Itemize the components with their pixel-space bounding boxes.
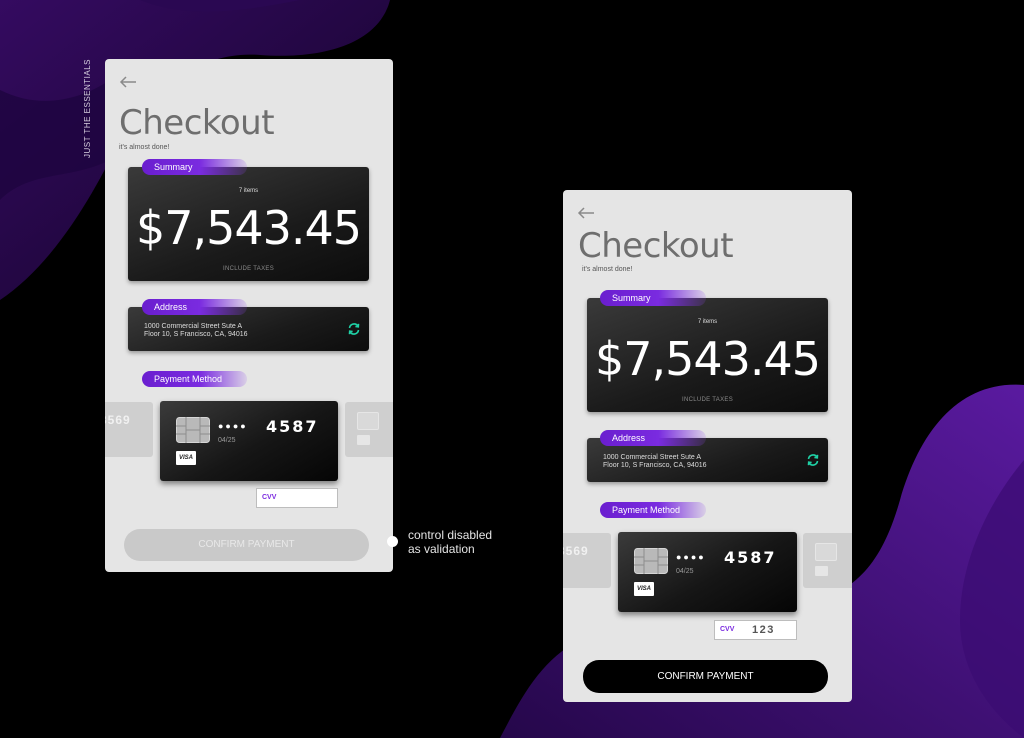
address-line-2: Floor 10, S Francisco, CA, 94016 (144, 331, 248, 338)
annotation-text: control disabled as validation (408, 528, 492, 556)
summary-card: 7 items $7,543.45 INCLUDE TAXES (128, 167, 369, 281)
summary-section-label: Summary (600, 290, 706, 306)
payment-method-section-label: Payment Method (600, 502, 706, 518)
next-card[interactable] (345, 402, 393, 457)
annotation-dot (387, 536, 398, 547)
cvv-label: CVV (720, 626, 735, 633)
confirm-payment-button-disabled[interactable]: CONFIRM PAYMENT (124, 529, 369, 561)
change-address-refresh-icon[interactable] (347, 322, 361, 336)
confirm-payment-button[interactable]: CONFIRM PAYMENT (583, 660, 828, 693)
card-expiry: 04/25 (218, 437, 236, 444)
address-line-2: Floor 10, S Francisco, CA, 94016 (603, 462, 707, 469)
summary-section-label: Summary (142, 159, 247, 175)
next-card-visa-icon (357, 435, 370, 445)
selected-credit-card[interactable]: ●●●● 4587 04/25 VISA (160, 401, 338, 481)
next-card-chip-icon (357, 412, 379, 430)
taxes-note: INCLUDE TAXES (222, 266, 275, 272)
cvv-value: 123 (752, 624, 775, 636)
summary-card: 7 items $7,543.45 INCLUDE TAXES (587, 298, 828, 412)
visa-logo-icon: VISA (176, 451, 196, 465)
annotation-line-1: control disabled (408, 528, 493, 542)
payment-method-section-label: Payment Method (142, 371, 247, 387)
previous-card-digits: 3569 (105, 413, 131, 427)
page-subtitle: it's almost done! (582, 266, 633, 273)
card-expiry: 04/25 (676, 568, 694, 575)
address-section-label: Address (142, 299, 247, 315)
side-label: JUST THE ESSENTIALS (83, 58, 92, 158)
visa-logo-icon: VISA (634, 582, 654, 596)
address-section-label: Address (600, 430, 706, 446)
address-line-1: 1000 Commercial Street Sute A (144, 323, 243, 330)
card-last4: 4587 (724, 548, 777, 567)
next-card-visa-icon (815, 566, 828, 576)
card-chip-icon (634, 548, 668, 574)
selected-credit-card[interactable]: ●●●● 4587 04/25 VISA (618, 532, 797, 612)
card-masked-dots: ●●●● (218, 421, 248, 431)
items-count: 7 items (697, 319, 718, 325)
page-title: Checkout (119, 103, 275, 143)
previous-card-digits: 3569 (563, 544, 589, 558)
total-amount: $7,543.45 (594, 332, 821, 386)
change-address-refresh-icon[interactable] (806, 453, 820, 467)
previous-card[interactable]: 3569 (105, 402, 153, 457)
checkout-screen-enabled: Checkout it's almost done! Summary 7 ite… (563, 190, 852, 702)
card-masked-dots: ●●●● (676, 552, 706, 562)
items-count: 7 items (238, 188, 259, 194)
next-card-chip-icon (815, 543, 837, 561)
page-subtitle: it's almost done! (119, 144, 170, 151)
page-title: Checkout (578, 226, 734, 266)
checkout-screen-disabled: Checkout it's almost done! Summary 7 ite… (105, 59, 393, 572)
back-arrow-icon[interactable] (577, 206, 595, 220)
back-arrow-icon[interactable] (119, 75, 137, 89)
address-line-1: 1000 Commercial Street Sute A (603, 454, 702, 461)
previous-card[interactable]: 3569 (563, 533, 611, 588)
cvv-label: CVV (262, 494, 277, 501)
next-card[interactable] (803, 533, 852, 588)
total-amount: $7,543.45 (135, 201, 362, 255)
cvv-input[interactable]: CVV (256, 488, 338, 508)
annotation-line-2: as validation (408, 542, 475, 556)
taxes-note: INCLUDE TAXES (681, 397, 734, 403)
card-chip-icon (176, 417, 210, 443)
cvv-input[interactable]: CVV 123 (714, 620, 797, 640)
card-last4: 4587 (266, 417, 319, 436)
